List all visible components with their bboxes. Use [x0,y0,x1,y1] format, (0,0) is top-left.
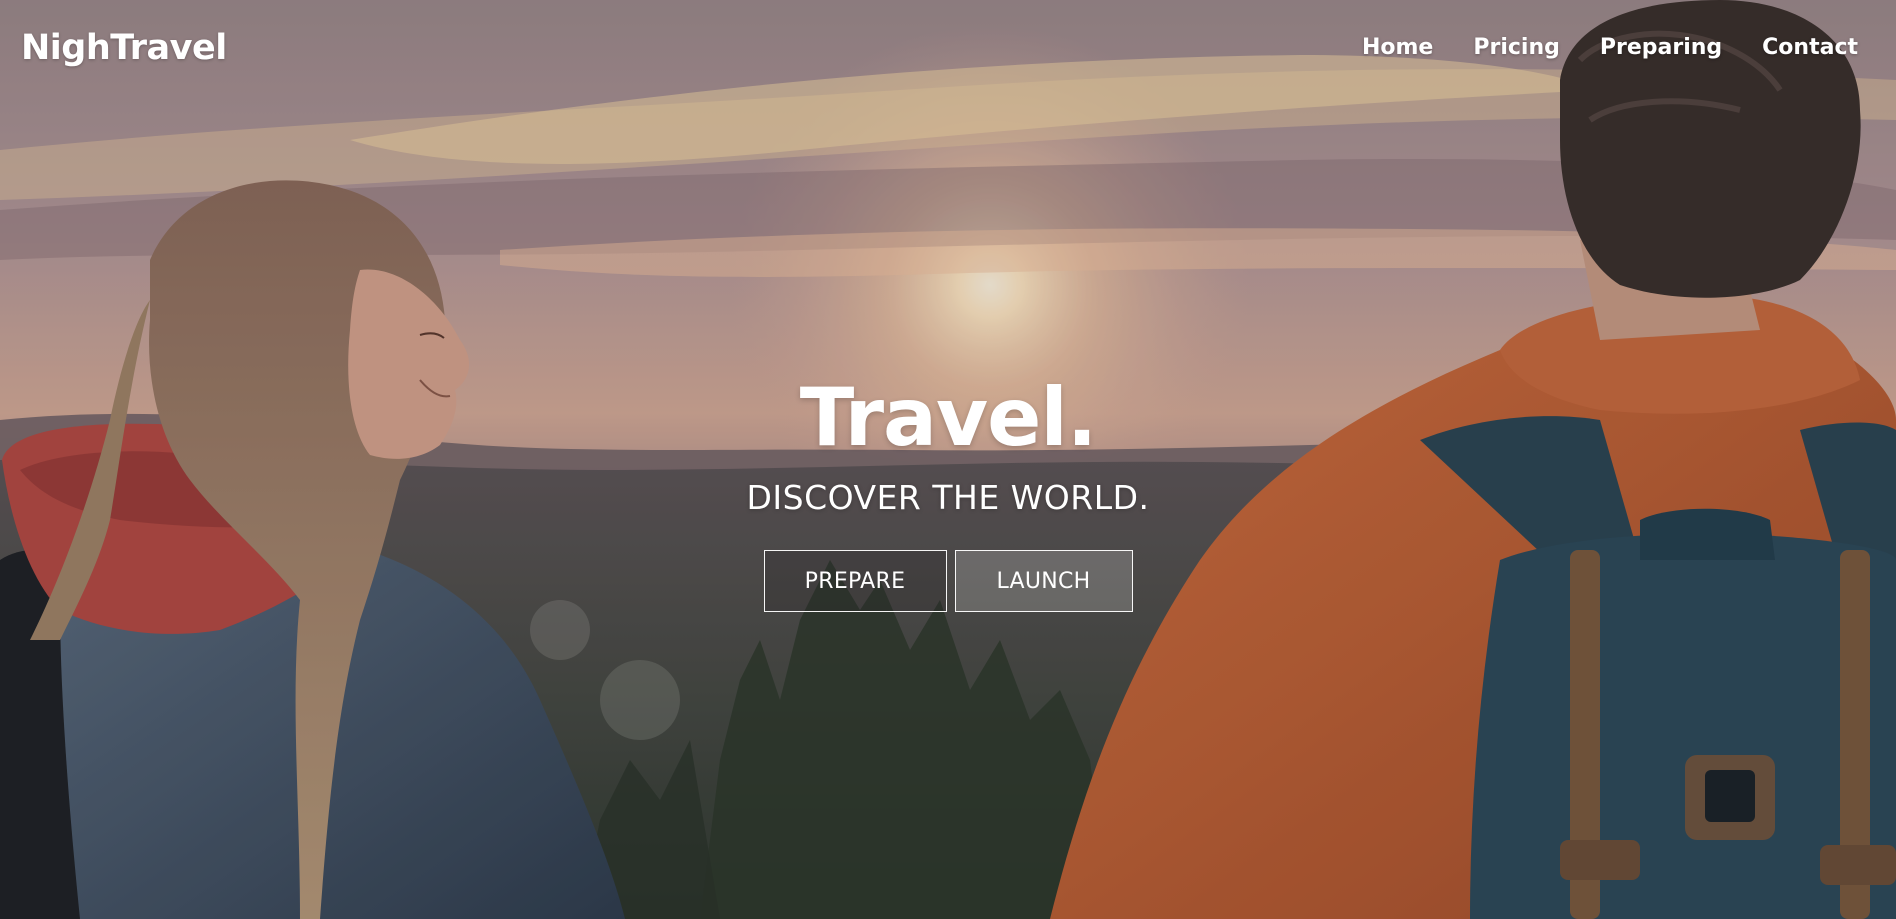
nav-link-contact[interactable]: Contact [1762,35,1858,60]
launch-button[interactable]: LAUNCH [954,550,1133,612]
nav-link-pricing[interactable]: Pricing [1473,35,1560,60]
hero-content: Travel. DISCOVER THE WORLD. PREPARE LAUN… [0,368,1896,612]
nav-item-home: Home [1362,35,1433,60]
nav-item-preparing: Preparing [1600,35,1722,60]
hero-subtitle: DISCOVER THE WORLD. [746,478,1150,517]
top-navbar: NighTravel Home Pricing Preparing Contac… [0,0,1896,100]
nav-item-contact: Contact [1762,35,1858,60]
nav-link-preparing[interactable]: Preparing [1600,35,1722,60]
brand-logo[interactable]: NighTravel [21,28,227,68]
prepare-button[interactable]: PREPARE [763,550,947,612]
nav-menu: Home Pricing Preparing Contact [1362,35,1858,60]
hero-buttons: PREPARE LAUNCH [0,550,1896,612]
nav-link-home[interactable]: Home [1362,35,1433,60]
nav-item-pricing: Pricing [1473,35,1560,60]
hero-section: NighTravel Home Pricing Preparing Contac… [0,0,1896,919]
hero-title: Travel. [799,371,1097,464]
